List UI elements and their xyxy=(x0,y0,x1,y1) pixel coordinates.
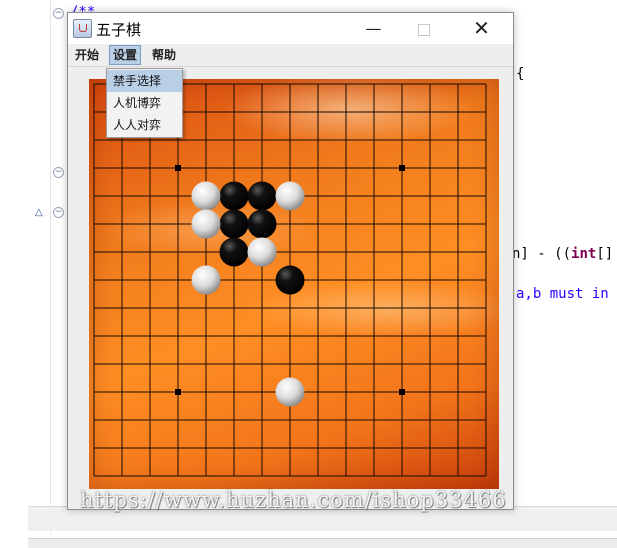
code-line: a,b must in xyxy=(516,286,609,302)
code-line: n] - ((int[] xyxy=(512,246,614,262)
gomoku-board[interactable] xyxy=(89,79,499,489)
white-stone xyxy=(275,377,305,407)
editor-gutter xyxy=(30,0,51,535)
menu-settings[interactable]: 设置 xyxy=(109,45,142,65)
maximize-button[interactable] xyxy=(401,13,446,44)
black-stone xyxy=(219,237,249,267)
board-grid[interactable] xyxy=(89,79,499,489)
fold-toggle-icon[interactable]: − xyxy=(53,167,64,178)
code-brace: { xyxy=(516,66,525,82)
java-app-icon xyxy=(73,19,92,38)
maximize-icon xyxy=(417,23,430,36)
menu-help[interactable]: 帮助 xyxy=(149,46,179,64)
white-stone xyxy=(275,181,305,211)
black-stone xyxy=(247,209,277,239)
menu-start[interactable]: 开始 xyxy=(72,46,102,64)
override-marker-icon: △ xyxy=(35,207,43,218)
watermark: https://www.huzhan.com/ishop33466 xyxy=(80,488,507,512)
minimize-button[interactable]: — xyxy=(351,13,396,44)
star-point xyxy=(175,389,181,395)
white-stone xyxy=(191,265,221,295)
fold-toggle-icon[interactable]: − xyxy=(53,8,64,19)
star-point xyxy=(399,389,405,395)
black-stone xyxy=(275,265,305,295)
menu-item-human-vs-human[interactable]: 人人对弈 xyxy=(107,114,182,136)
white-stone xyxy=(191,181,221,211)
white-stone xyxy=(191,209,221,239)
settings-dropdown-menu: 禁手选择 人机博弈 人人对弈 xyxy=(106,68,183,138)
menu-item-forbidden-moves[interactable]: 禁手选择 xyxy=(107,70,182,92)
star-point xyxy=(175,165,181,171)
menu-bar: 开始 设置 帮助 xyxy=(68,44,513,67)
black-stone xyxy=(219,181,249,211)
title-bar[interactable]: 五子棋 — ✕ xyxy=(68,13,513,44)
menu-item-human-vs-computer[interactable]: 人机博弈 xyxy=(107,92,182,114)
close-button[interactable]: ✕ xyxy=(459,13,504,44)
black-stone xyxy=(247,181,277,211)
white-stone xyxy=(247,237,277,267)
black-stone xyxy=(219,209,249,239)
fold-toggle-icon[interactable]: − xyxy=(53,207,64,218)
window-title: 五子棋 xyxy=(96,21,142,39)
star-point xyxy=(399,165,405,171)
